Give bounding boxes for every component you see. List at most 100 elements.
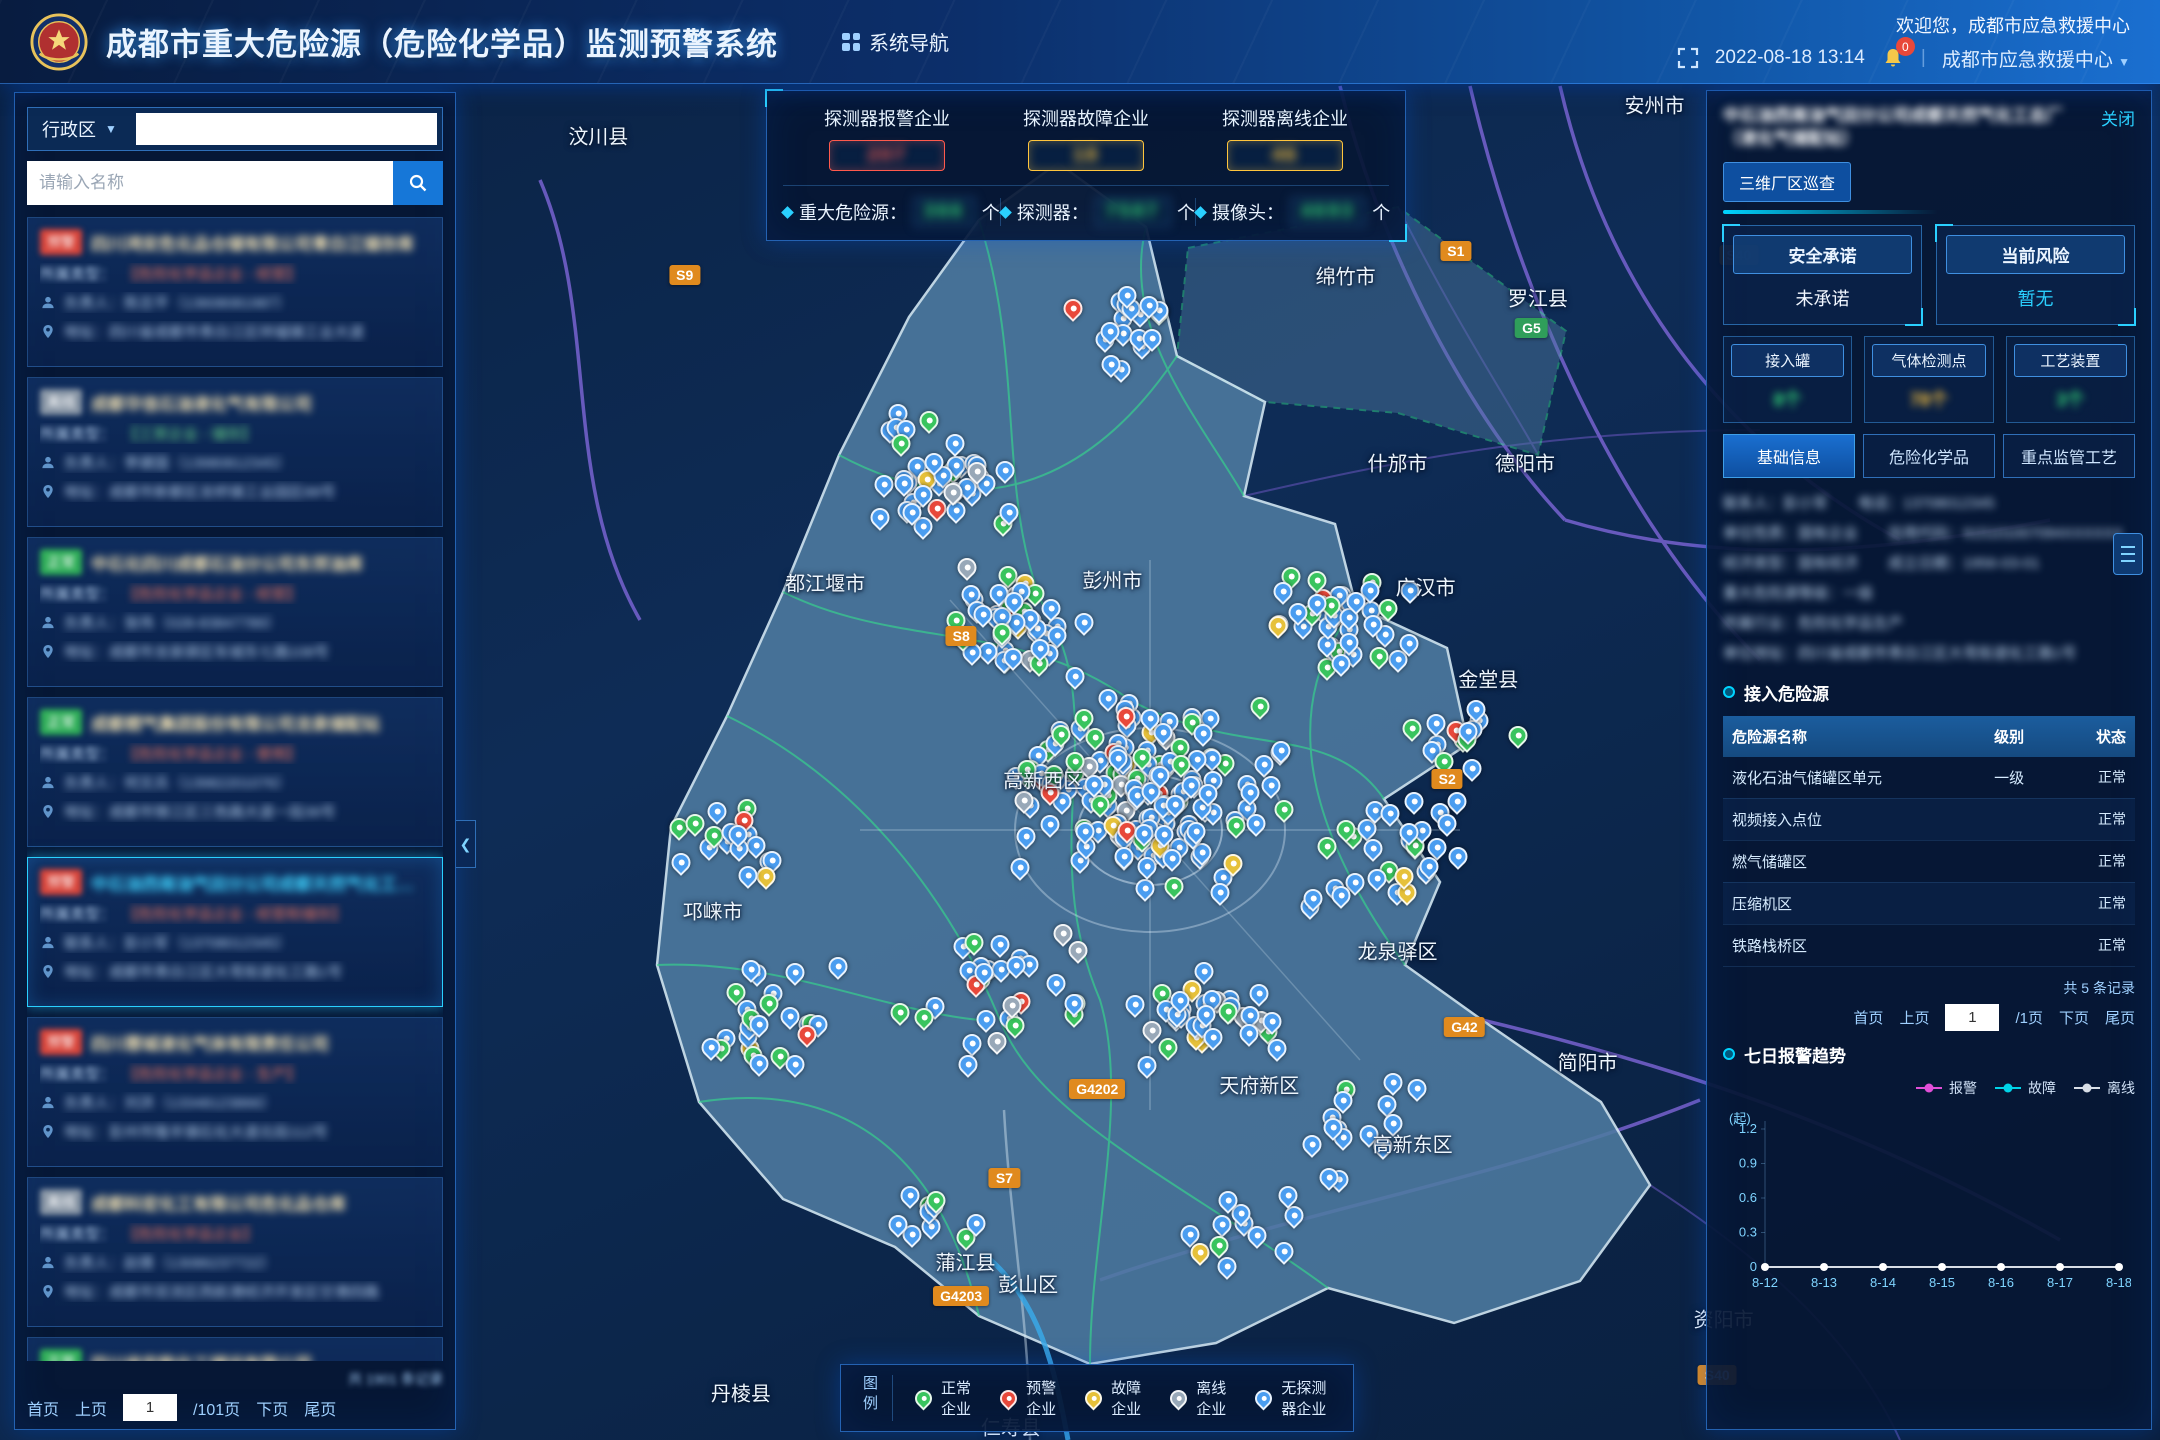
search-row — [27, 161, 443, 205]
search-icon — [408, 173, 428, 193]
table-row[interactable]: 视频接入点位 正常 — [1723, 798, 2135, 840]
facility-stat-card: 工艺装置 3个 — [2006, 336, 2135, 423]
status-badge: 正常 — [40, 549, 82, 575]
facility-stat-value: 78个 — [1872, 386, 1985, 415]
table-row[interactable]: 液化石油气储罐区单元 一级 正常 — [1723, 757, 2135, 799]
table-row[interactable]: 压缩机区 正常 — [1723, 882, 2135, 924]
pagination-total: /101页 — [193, 1396, 240, 1420]
company-list-item[interactable]: 预警 中石油西南油气田分公司成都天然气化工总厂 所属类型：【危险化学品企业 - … — [27, 857, 443, 1007]
hazard-status: 正常 — [2060, 840, 2135, 882]
hazard-table-body: 液化石油气储罐区单元 一级 正常视频接入点位 正常燃气储罐区 正常压缩机区 正常… — [1723, 757, 2135, 967]
tab-重点监管工艺[interactable]: 重点监管工艺 — [2003, 434, 2135, 478]
accent-underline — [1723, 210, 1938, 214]
safety-promise-label: 安全承诺 — [1733, 235, 1912, 274]
facility-stat-label: 工艺装置 — [2014, 344, 2127, 377]
company-name: 中石油西南油气田分公司成都天然气化工总厂 — [91, 870, 430, 895]
company-list-item[interactable]: 离线 成都科宏化工有限公司危化品仓库 所属类型：【危险化学品企业】 负责人：赵倩… — [27, 1177, 443, 1327]
pagination-prev[interactable]: 上页 — [75, 1396, 107, 1420]
company-address: 地址：成都市锦江区三色路大道一段36号 — [64, 801, 336, 822]
pagination-last[interactable]: 尾页 — [2105, 1007, 2135, 1028]
current-risk-value: 暂无 — [1946, 283, 2125, 315]
pagination-prev[interactable]: 上页 — [1899, 1007, 1929, 1028]
facility-stat-value: 8个 — [1731, 386, 1844, 415]
trend-legend-label: 故障 — [2028, 1078, 2056, 1098]
welcome-text: 欢迎您，成都市应急救援中心 — [1896, 12, 2130, 38]
info-row: 联系人：彭小军 电话：13708012345 — [1723, 489, 2135, 519]
search-button[interactable] — [393, 161, 443, 205]
notifications-button[interactable]: 0 — [1881, 46, 1905, 70]
close-button[interactable]: 关闭 — [2101, 105, 2135, 130]
location-icon — [40, 964, 56, 979]
facility-stats: 接入罐 8个气体检测点 78个工艺装置 3个 — [1723, 336, 2135, 423]
hazard-name: 铁路栈桥区 — [1723, 924, 1985, 966]
company-list-item[interactable]: 预警 四川鸿安危化品仓储有限公司青白江储存库 所属类型：【危险化学品企业 - 经… — [27, 217, 443, 367]
tab-基础信息[interactable]: 基础信息 — [1723, 434, 1855, 478]
company-type-value: 【危险化学品企业】 — [123, 1223, 258, 1244]
info-row: 经济类型：国有经济 成立日期：1956-03-01 — [1723, 549, 2135, 579]
hazard-name: 液化石油气储罐区单元 — [1723, 757, 1985, 799]
header-divider: | — [1921, 47, 1926, 69]
sidebar-collapse-handle[interactable]: ❮ — [456, 820, 476, 868]
trend-legend-item[interactable]: 报警 — [1916, 1078, 1977, 1098]
company-list-item[interactable]: 正常 中石化四川成都石油分公司东郊油库 所属类型：【危险化学品企业 - 经营】 … — [27, 537, 443, 687]
user-menu[interactable]: 成都市应急救援中心 ▼ — [1942, 45, 2130, 72]
search-input[interactable] — [27, 161, 393, 205]
company-address: 地址：成都市新都区龙桥镇工业园区88号 — [64, 481, 336, 502]
facility-stat-card: 接入罐 8个 — [1723, 336, 1852, 423]
chevron-down-icon: ▼ — [2118, 55, 2130, 69]
nav-system-navigation[interactable]: 系统导航 — [842, 27, 949, 56]
counter-value: 4693 — [1291, 198, 1365, 226]
diamond-icon — [781, 206, 794, 219]
company-list-item[interactable]: 正常 成都燃气集团股份有限公司龙泉储配站 所属类型：【危险化学品企业 - 使用】… — [27, 697, 443, 847]
chevron-down-icon: ▼ — [105, 122, 117, 136]
legend-label: 无探测器企业 — [1281, 1377, 1335, 1419]
pagination-last[interactable]: 尾页 — [304, 1396, 336, 1420]
trend-legend-item[interactable]: 离线 — [2074, 1078, 2135, 1098]
region-filter-input[interactable] — [136, 113, 437, 145]
safety-promise-value: 未承诺 — [1733, 283, 1912, 315]
hazard-table-header: 危险源名称 — [1723, 716, 1985, 757]
region-filter-dropdown[interactable]: 行政区 ▼ — [28, 108, 131, 150]
company-address: 地址：成都市双流区西航港经济开发区空港四路 — [64, 1281, 379, 1302]
company-list-item[interactable]: 正常 四川省安能化工储运有限公司 所属类型：【危险化学品企业 - 储存】 负责人… — [27, 1337, 443, 1361]
trend-chart: 00.30.60.91.28-128-138-148-158-168-178-1… — [1723, 1109, 2135, 1415]
company-list-item[interactable]: 预警 四川蓉城液化气体有限责任公司 所属类型：【危险化学品企业 - 生产】 负责… — [27, 1017, 443, 1167]
pagination-next[interactable]: 下页 — [2059, 1007, 2089, 1028]
pagination-first[interactable]: 首页 — [27, 1396, 59, 1420]
hazard-name: 视频接入点位 — [1723, 798, 1985, 840]
pagination-first[interactable]: 首页 — [1853, 1007, 1883, 1028]
tab-危险化学品[interactable]: 危险化学品 — [1863, 434, 1995, 478]
trend-legend-item[interactable]: 故障 — [1995, 1078, 2056, 1098]
location-icon — [40, 484, 56, 499]
company-name: 成都燃气集团股份有限公司龙泉储配站 — [91, 710, 380, 735]
safety-promise-card: 安全承诺 未承诺 — [1723, 225, 1922, 325]
pagination-next[interactable]: 下页 — [256, 1396, 288, 1420]
map-legend: 图例 正常企业 预警企业 故障企业 离线企业 无探测器企业 — [840, 1364, 1354, 1432]
company-name: 四川蓉城液化气体有限责任公司 — [91, 1030, 329, 1055]
legend-label: 离线企业 — [1196, 1377, 1229, 1419]
counter-unit: 个 — [982, 199, 1000, 225]
pagination-page-input[interactable] — [123, 1394, 177, 1421]
company-sidebar: 行政区 ▼ 预警 四川鸿安危化品仓储有限公司青白江储存库 所属类型：【危险化学品… — [14, 92, 456, 1430]
nav-label: 系统导航 — [869, 27, 949, 56]
3d-tour-button[interactable]: 三维厂区巡查 — [1723, 162, 1851, 202]
info-expand-handle[interactable] — [2113, 533, 2143, 575]
company-list-item[interactable]: 离线 成都华信石油液化气有限公司 所属类型：【工贸企业 - 储存】 负责人：李建… — [27, 377, 443, 527]
table-row[interactable]: 铁路栈桥区 正常 — [1723, 924, 2135, 966]
legend-line-icon — [1995, 1087, 2021, 1089]
legend-pin-icon — [1082, 1386, 1106, 1410]
info-row: 单位性质：国有企业 信用代码：915101007094XXXXXX — [1723, 519, 2135, 549]
detector-card-label: 探测器故障企业 — [988, 105, 1184, 131]
hazard-level — [1985, 798, 2060, 840]
svg-text:0.6: 0.6 — [1739, 1190, 1757, 1205]
total-counter: 重大危险源： 366 个 — [783, 198, 1000, 226]
table-row[interactable]: 燃气储罐区 正常 — [1723, 840, 2135, 882]
region-filter-row: 行政区 ▼ — [27, 107, 443, 151]
fullscreen-icon[interactable] — [1677, 47, 1699, 69]
company-contact: 负责人：何文兵（13982201076） — [64, 772, 291, 793]
pagination-page-input[interactable] — [1945, 1004, 1999, 1031]
trend-legend-label: 离线 — [2107, 1078, 2135, 1098]
legend-pin-icon — [911, 1386, 935, 1410]
hazard-table-header-row: 危险源名称级别状态 — [1723, 716, 2135, 757]
total-counter: 探测器： 7587 个 — [1000, 198, 1195, 226]
